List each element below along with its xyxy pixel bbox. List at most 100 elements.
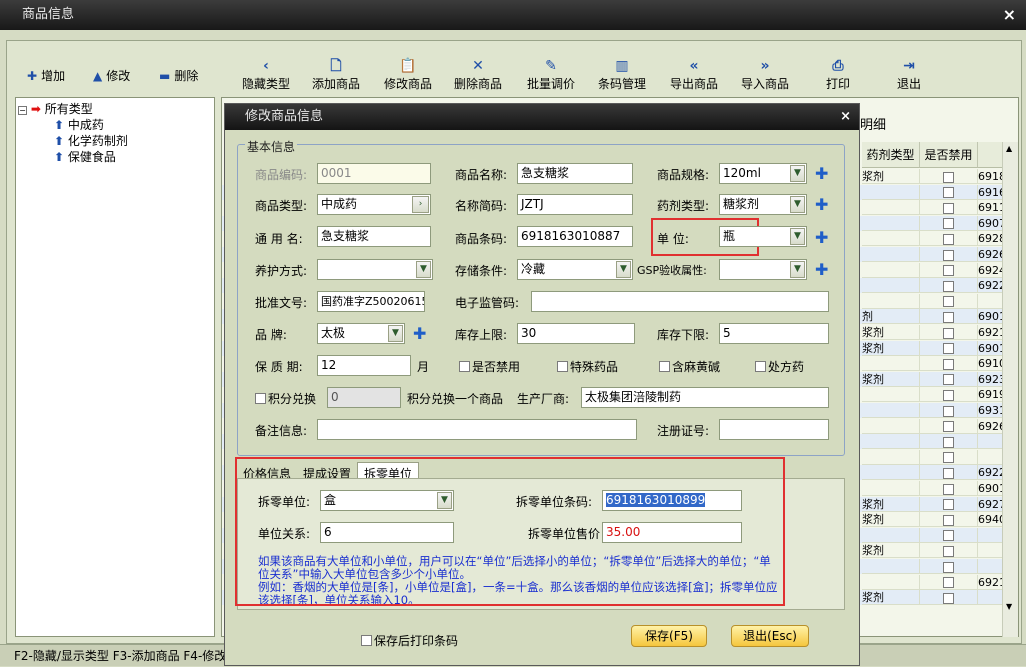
scroll-up-icon[interactable]: ▲ xyxy=(1006,144,1012,153)
row-checkbox[interactable] xyxy=(943,405,954,417)
row-checkbox[interactable] xyxy=(943,545,954,557)
add-product-button[interactable]: 🗋 添加商品 xyxy=(301,57,371,92)
row-checkbox[interactable] xyxy=(943,171,954,183)
delete-product-button[interactable]: ✕ 删除商品 xyxy=(443,57,513,92)
chevron-down-icon[interactable]: ▼ xyxy=(416,261,431,278)
common-name-field[interactable]: 急支糖浆 xyxy=(317,226,431,247)
barcode-manage-button[interactable]: ▥ 条码管理 xyxy=(587,57,657,92)
add-unit-icon[interactable]: ✚ xyxy=(815,230,828,246)
row-checkbox[interactable] xyxy=(943,389,954,401)
unit-select[interactable]: 瓶 ▼ xyxy=(719,226,807,247)
add-gsp-icon[interactable]: ✚ xyxy=(815,262,828,278)
reg-field[interactable] xyxy=(719,419,829,440)
prescription-checkbox[interactable]: 处方药 xyxy=(755,358,804,375)
row-checkbox[interactable] xyxy=(943,561,954,573)
tree-item[interactable]: ⬆ 化学药制剂 xyxy=(54,132,128,149)
edit-type-button[interactable]: ▲ 修改 xyxy=(93,67,130,84)
row-checkbox[interactable] xyxy=(943,592,954,604)
vertical-scrollbar[interactable]: ▲ ▼ xyxy=(1002,142,1018,637)
dosage-select[interactable]: 糖浆剂 ▼ xyxy=(719,194,807,215)
row-checkbox[interactable] xyxy=(943,218,954,230)
print-button[interactable]: ⎙ 打印 xyxy=(803,57,873,92)
gsp-select[interactable]: ▼ xyxy=(719,259,807,280)
row-checkbox[interactable] xyxy=(943,233,954,245)
points-checkbox[interactable]: 积分兑换 xyxy=(255,390,316,407)
row-checkbox[interactable] xyxy=(943,249,954,261)
row-checkbox[interactable] xyxy=(943,265,954,277)
chevron-down-icon[interactable]: ▼ xyxy=(790,261,805,278)
exit-button[interactable]: ⇥ 退出 xyxy=(874,57,944,92)
special-drug-checkbox[interactable]: 特殊药品 xyxy=(557,358,618,375)
tree-item[interactable]: ⬆ 保健食品 xyxy=(54,148,116,165)
row-checkbox[interactable] xyxy=(943,311,954,323)
column-code[interactable] xyxy=(978,142,1004,168)
add-dosage-icon[interactable]: ✚ xyxy=(815,197,828,213)
esup-field[interactable] xyxy=(531,291,829,312)
row-checkbox[interactable] xyxy=(943,452,954,464)
remark-field[interactable] xyxy=(317,419,637,440)
row-checkbox[interactable] xyxy=(943,280,954,292)
max-stock-field[interactable]: 30 xyxy=(517,323,635,344)
cell-code: 6911 xyxy=(978,200,1004,216)
dialog-close-icon[interactable]: × xyxy=(840,104,851,130)
batch-price-button[interactable]: ✎ 批量调价 xyxy=(516,57,586,92)
chevron-down-icon[interactable]: ▼ xyxy=(790,165,805,182)
export-product-button[interactable]: «导出商品 xyxy=(659,57,729,92)
row-checkbox[interactable] xyxy=(943,483,954,495)
delete-type-button[interactable]: ▬ 删除 xyxy=(159,67,198,84)
row-checkbox[interactable] xyxy=(943,187,954,199)
toolbar: ✚ 增加 ▲ 修改 ▬ 删除 ‹ 隐藏类型 🗋 添加商品 📋 修改商品 ✕ 删除商品 ✎… xyxy=(7,41,1021,97)
dialog-exit-button[interactable]: 退出(Esc) xyxy=(731,625,809,647)
type-field[interactable]: 中成药 › xyxy=(317,194,431,215)
row-checkbox[interactable] xyxy=(943,296,954,308)
chevron-down-icon[interactable]: ▼ xyxy=(790,196,805,213)
row-checkbox[interactable] xyxy=(943,421,954,433)
import-product-button[interactable]: » 导入商品 xyxy=(730,57,800,92)
add-spec-icon[interactable]: ✚ xyxy=(815,166,828,182)
code-field[interactable]: 0001 xyxy=(317,163,431,184)
tree-root[interactable]: − ➡ 所有类型 xyxy=(18,100,93,117)
row-checkbox[interactable] xyxy=(943,202,954,214)
save-button[interactable]: 保存(F5) xyxy=(631,625,707,647)
points-field[interactable]: 0 xyxy=(327,387,401,408)
care-select[interactable]: ▼ xyxy=(317,259,433,280)
row-checkbox[interactable] xyxy=(943,514,954,526)
chevron-down-icon[interactable]: ▼ xyxy=(790,228,805,245)
disabled-checkbox[interactable]: 是否禁用 xyxy=(459,358,520,375)
row-checkbox[interactable] xyxy=(943,327,954,339)
toggle-type-button[interactable]: ‹ 隐藏类型 xyxy=(231,57,301,92)
barcode-field[interactable]: 6918163010887 xyxy=(517,226,633,247)
storage-select[interactable]: 冷藏 ▼ xyxy=(517,259,633,280)
row-checkbox[interactable] xyxy=(943,467,954,479)
tree-item[interactable]: ⬆ 中成药 xyxy=(54,116,104,133)
chevron-right-icon[interactable]: › xyxy=(412,196,429,213)
chevron-down-icon[interactable]: ▼ xyxy=(616,261,631,278)
row-checkbox[interactable] xyxy=(943,577,954,589)
row-checkbox[interactable] xyxy=(943,343,954,355)
name-field[interactable]: 急支糖浆 xyxy=(517,163,633,184)
maker-field[interactable]: 太极集团涪陵制药 xyxy=(581,387,829,408)
row-checkbox[interactable] xyxy=(943,374,954,386)
add-type-button[interactable]: ✚ 增加 xyxy=(27,67,65,84)
add-brand-icon[interactable]: ✚ xyxy=(413,326,426,342)
approval-field[interactable]: 国药准字Z50020615 xyxy=(317,291,425,312)
print-after-save-checkbox[interactable]: 保存后打印条码 xyxy=(361,632,458,649)
column-disabled[interactable]: 是否禁用 xyxy=(920,142,978,168)
edit-product-button[interactable]: 📋 修改商品 xyxy=(373,57,443,92)
ephedrine-checkbox[interactable]: 含麻黄碱 xyxy=(659,358,720,375)
scroll-down-icon[interactable]: ▼ xyxy=(1006,602,1012,611)
row-checkbox[interactable] xyxy=(943,358,954,370)
spec-select[interactable]: 120ml ▼ xyxy=(719,163,807,184)
close-icon[interactable]: × xyxy=(1003,0,1016,30)
row-checkbox[interactable] xyxy=(943,436,954,448)
collapse-icon[interactable]: − xyxy=(18,106,27,115)
short-field[interactable]: JZTJ xyxy=(517,194,633,215)
row-checkbox[interactable] xyxy=(943,499,954,511)
row-checkbox[interactable] xyxy=(943,530,954,542)
column-dosage[interactable]: 药剂类型 xyxy=(862,142,920,168)
shelf-life-field[interactable]: 12 xyxy=(317,355,411,376)
min-stock-field[interactable]: 5 xyxy=(719,323,829,344)
brand-select[interactable]: 太极 ▼ xyxy=(317,323,405,344)
spec-label: 商品规格: xyxy=(657,168,710,182)
chevron-down-icon[interactable]: ▼ xyxy=(388,325,403,342)
